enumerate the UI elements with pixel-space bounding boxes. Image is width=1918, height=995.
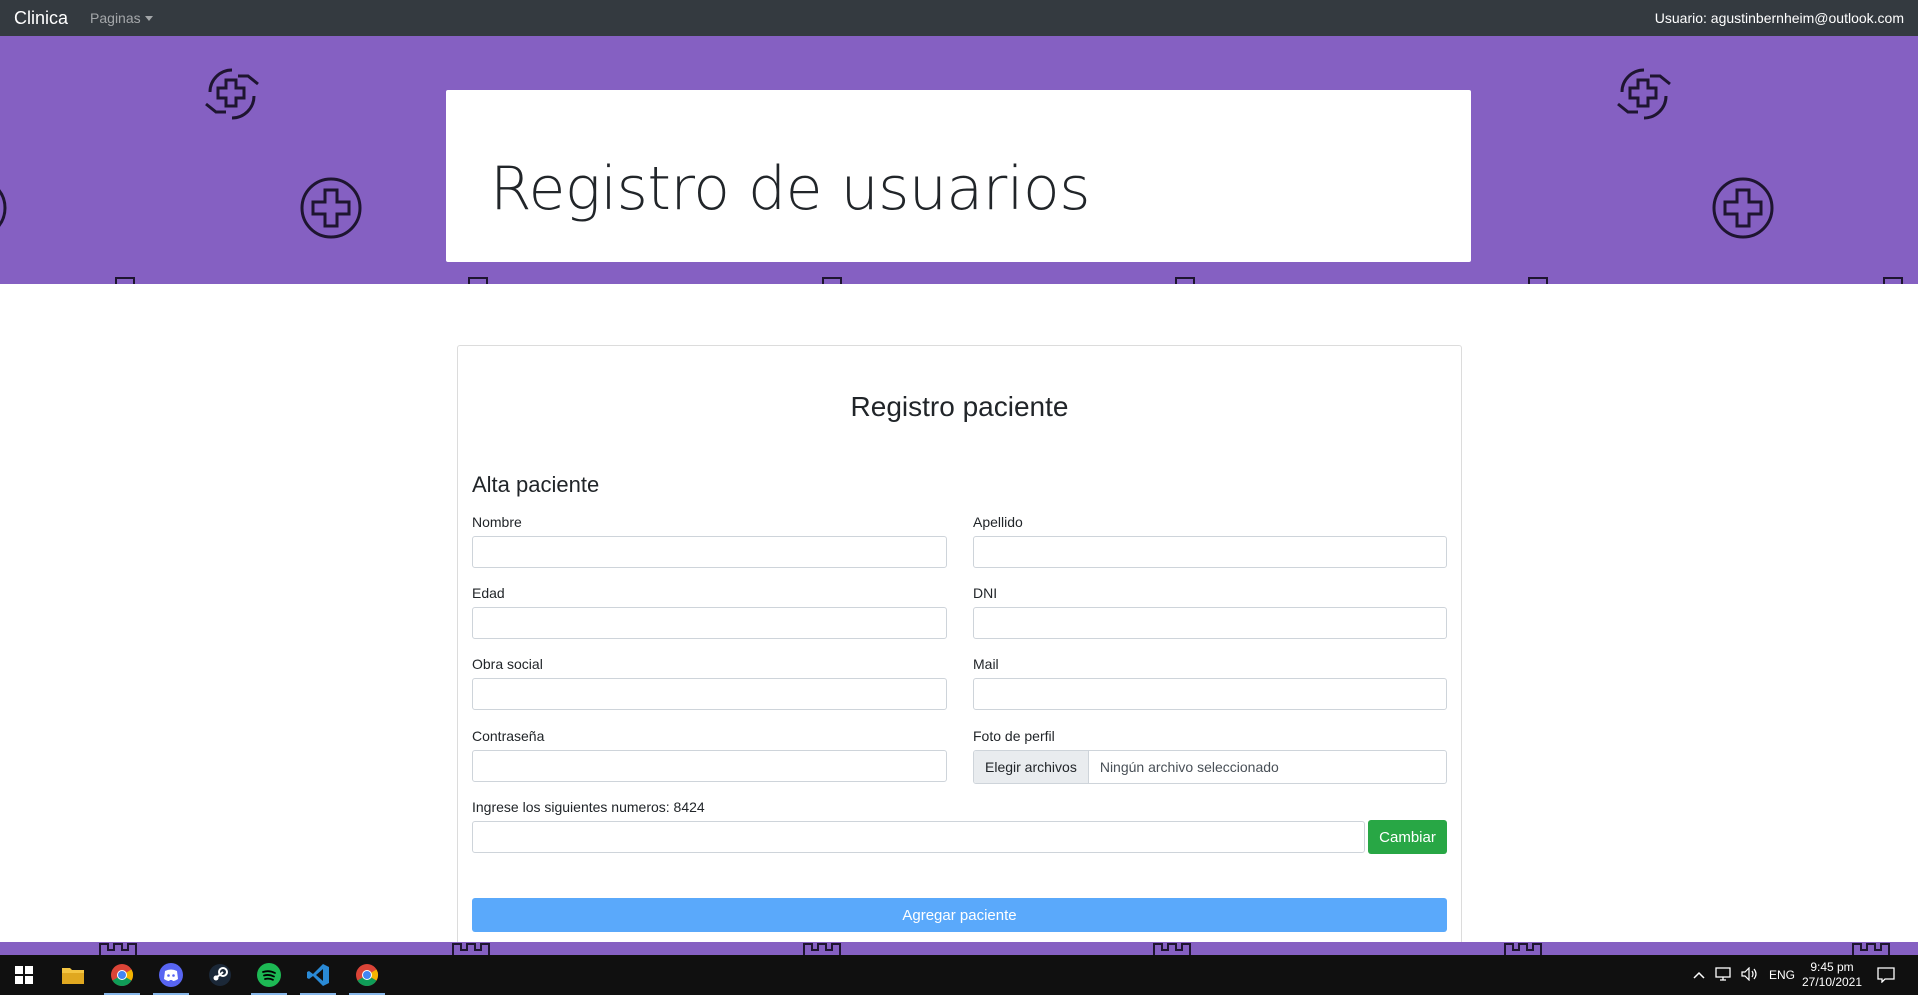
medical-cross-circle-icon xyxy=(1712,177,1774,239)
profile-photo-file-input[interactable]: Elegir archivos Ningún archivo seleccion… xyxy=(973,750,1447,784)
file-status-text: Ningún archivo seleccionado xyxy=(1099,759,1279,775)
footer-pattern-strip xyxy=(0,942,1918,955)
apellido-label: Apellido xyxy=(973,514,1023,530)
page-title: Registro de usuarios xyxy=(490,154,1090,224)
change-captcha-button[interactable]: Cambiar xyxy=(1368,820,1447,854)
title-jumbotron: Registro de usuarios xyxy=(446,90,1471,262)
pages-dropdown[interactable]: Paginas xyxy=(90,10,153,26)
obra-social-input[interactable] xyxy=(472,678,947,710)
hands-medical-icon xyxy=(1617,68,1671,120)
top-navbar: Clinica Paginas Usuario: agustinbernheim… xyxy=(0,0,1918,36)
obra-social-label: Obra social xyxy=(472,656,543,672)
mail-label: Mail xyxy=(973,656,999,672)
notifications-icon[interactable] xyxy=(1864,955,1908,995)
chrome-icon[interactable] xyxy=(98,955,146,995)
caret-down-icon xyxy=(144,15,153,21)
hands-medical-icon xyxy=(205,68,259,120)
mail-input[interactable] xyxy=(973,678,1447,710)
clock-date: 27/10/2021 xyxy=(1801,975,1863,989)
clock-time: 9:45 pm xyxy=(1810,960,1854,974)
system-tray: ENG xyxy=(1693,955,1795,995)
pattern-marks xyxy=(115,277,1903,284)
brand-link[interactable]: Clinica xyxy=(14,8,68,29)
windows-taskbar: ENG 9:45 pm 27/10/2021 xyxy=(0,955,1918,995)
form-title: Registro paciente xyxy=(850,391,1069,422)
pattern-marks xyxy=(99,943,1890,955)
windows-start-icon[interactable] xyxy=(0,955,48,995)
hero-banner: Registro de usuarios xyxy=(0,36,1918,284)
volume-icon[interactable] xyxy=(1741,966,1757,984)
vscode-icon[interactable] xyxy=(294,955,342,995)
chrome-icon[interactable] xyxy=(343,955,391,995)
steam-icon[interactable] xyxy=(196,955,244,995)
edad-input[interactable] xyxy=(472,607,947,639)
nombre-input[interactable] xyxy=(472,536,947,568)
captcha-label: Ingrese los siguientes numeros: 8424 xyxy=(472,799,705,815)
dni-label: DNI xyxy=(973,585,998,601)
contrasena-label: Contraseña xyxy=(472,728,545,744)
apellido-input[interactable] xyxy=(973,536,1447,568)
foto-label: Foto de perfil xyxy=(973,728,1055,744)
file-explorer-icon[interactable] xyxy=(49,955,97,995)
captcha-input[interactable] xyxy=(472,821,1365,853)
medical-cross-circle-icon xyxy=(300,177,362,239)
edad-label: Edad xyxy=(472,585,505,601)
nombre-label: Nombre xyxy=(472,514,522,530)
user-email: Usuario: agustinbernheim@outlook.com xyxy=(1654,10,1904,26)
dni-input[interactable] xyxy=(973,607,1447,639)
add-patient-button[interactable]: Agregar paciente xyxy=(472,898,1447,932)
registration-card: Registro paciente Alta paciente Nombre A… xyxy=(457,345,1462,947)
spotify-icon[interactable] xyxy=(245,955,293,995)
pages-dropdown-label: Paginas xyxy=(90,10,141,26)
taskbar-clock[interactable]: 9:45 pm 27/10/2021 xyxy=(1792,960,1872,990)
network-icon[interactable] xyxy=(1715,966,1731,984)
chevron-up-icon[interactable] xyxy=(1693,968,1705,982)
password-input[interactable] xyxy=(472,750,947,782)
discord-icon[interactable] xyxy=(147,955,195,995)
section-title: Alta paciente xyxy=(472,472,600,497)
partial-circle-icon xyxy=(0,189,7,227)
choose-files-button[interactable]: Elegir archivos xyxy=(974,751,1089,783)
